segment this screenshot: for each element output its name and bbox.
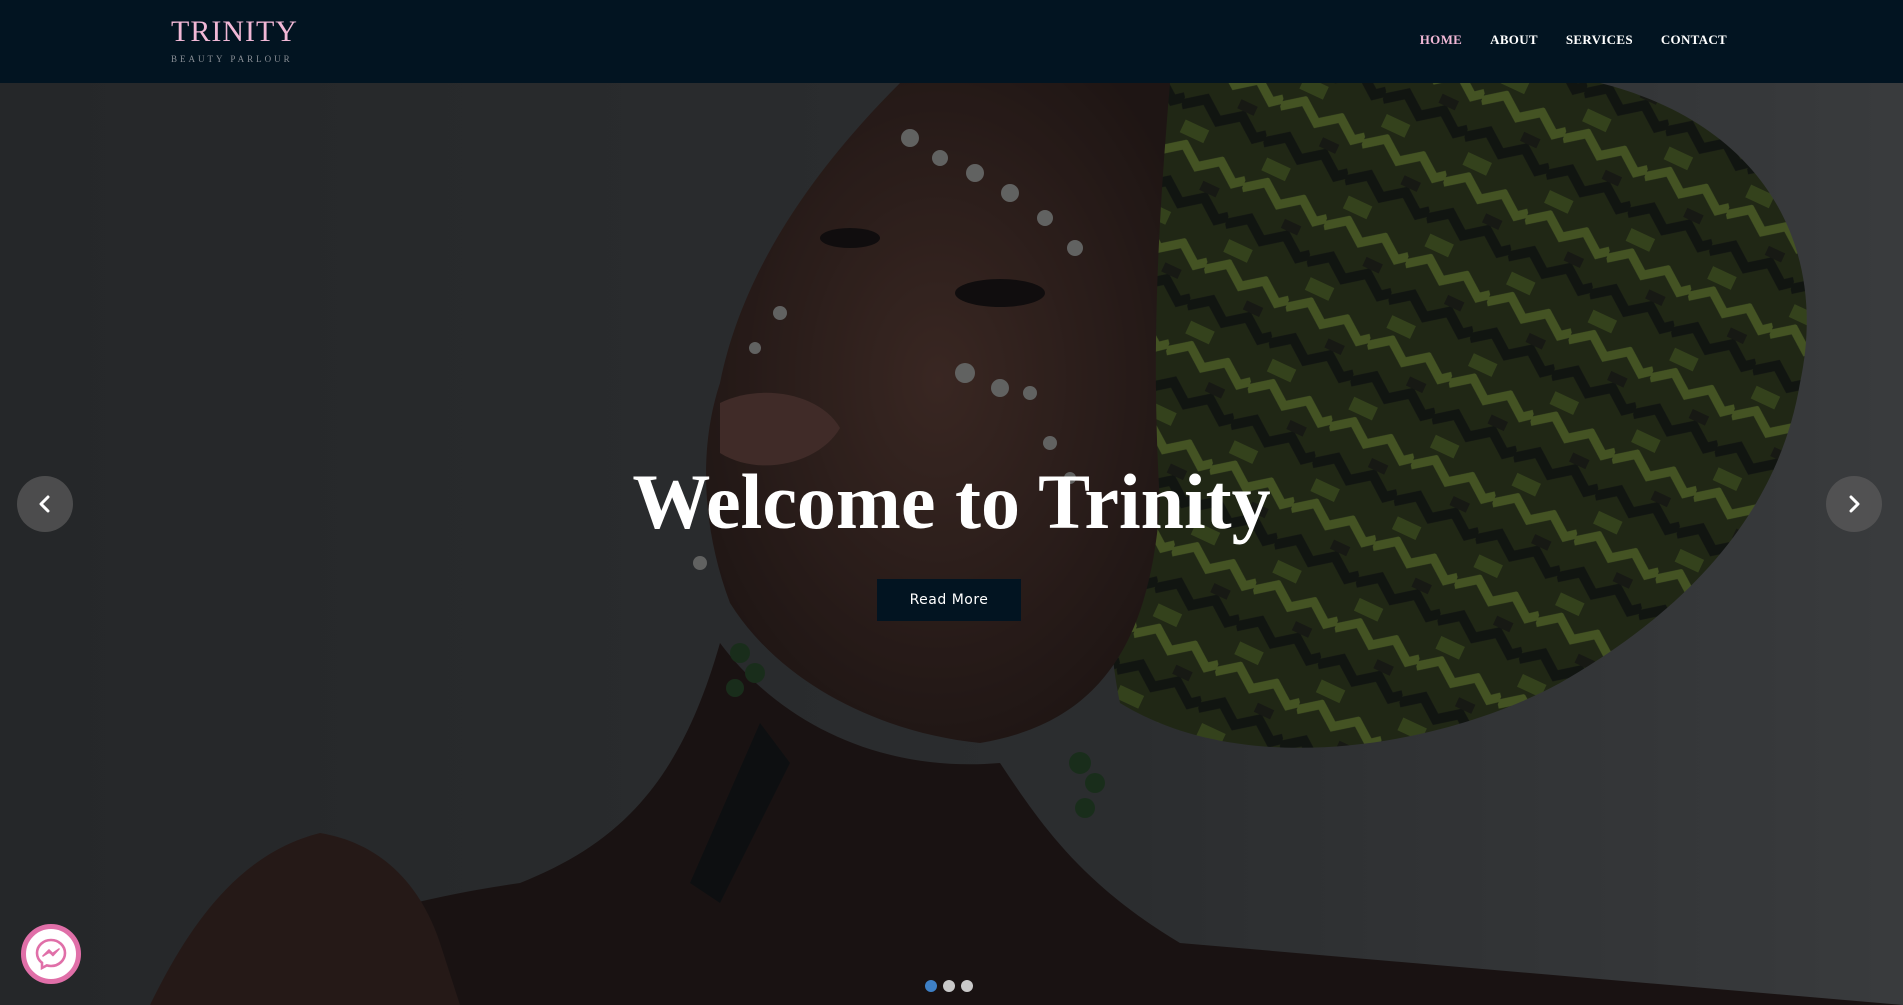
brand-logo[interactable]: TRINITY BEAUTY PARLOUR <box>171 14 298 64</box>
nav-services[interactable]: SERVICES <box>1566 32 1633 47</box>
hero-carousel: Welcome to Trinity Read More <box>0 83 1903 1005</box>
chevron-right-icon <box>1849 495 1860 513</box>
carousel-prev-button[interactable] <box>17 476 73 532</box>
messenger-icon <box>35 938 67 971</box>
chevron-left-icon <box>39 495 50 513</box>
nav-home[interactable]: HOME <box>1420 32 1462 47</box>
carousel-indicators <box>925 980 973 992</box>
carousel-dot-1[interactable] <box>925 980 937 992</box>
carousel-dot-3[interactable] <box>961 980 973 992</box>
brand-tagline: BEAUTY PARLOUR <box>171 54 293 64</box>
read-more-button[interactable]: Read More <box>877 579 1021 621</box>
top-navbar: TRINITY BEAUTY PARLOUR HOME ABOUT SERVIC… <box>0 0 1903 83</box>
brand-name: TRINITY <box>171 15 298 48</box>
carousel-next-button[interactable] <box>1826 476 1882 532</box>
nav-contact[interactable]: CONTACT <box>1661 32 1727 47</box>
messenger-chat-button[interactable] <box>21 924 81 984</box>
hero-title: Welcome to Trinity <box>632 458 1271 545</box>
main-nav: HOME ABOUT SERVICES CONTACT <box>1420 31 1727 49</box>
carousel-dot-2[interactable] <box>943 980 955 992</box>
nav-about[interactable]: ABOUT <box>1490 32 1538 47</box>
